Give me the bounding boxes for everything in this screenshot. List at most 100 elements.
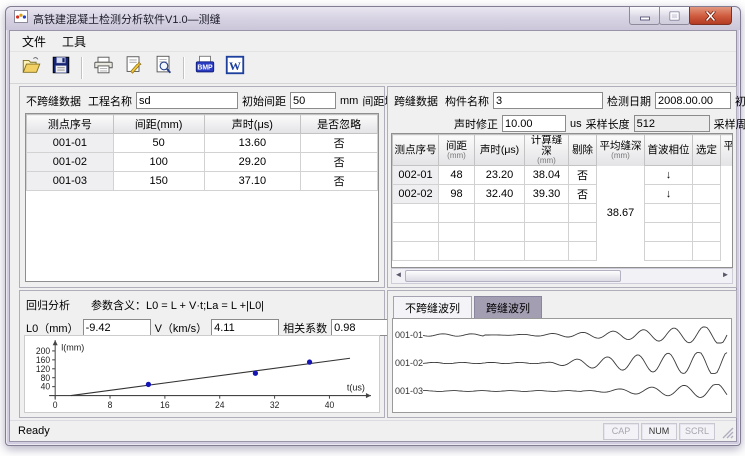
cell: 38.67 — [597, 204, 645, 223]
print-setup-button[interactable] — [118, 54, 148, 82]
column-header: 平均缝深(mm) — [721, 135, 734, 166]
sound-time-correction-unit: us — [570, 118, 582, 130]
cell: 否 — [569, 185, 597, 204]
cell — [569, 204, 597, 223]
cell: ↓ — [645, 185, 693, 204]
cell — [439, 242, 475, 261]
column-header-text: 间距 — [440, 141, 473, 152]
svg-text:0: 0 — [53, 400, 58, 410]
statusbar-indicators: CAPNUMSCRL — [603, 423, 717, 440]
open-button[interactable] — [16, 54, 46, 82]
cell — [569, 223, 597, 242]
export-word-icon: W — [224, 54, 246, 81]
panel-cross-data: 跨缝数据构件名称检测日期初始间距mm声时修正us采样长度采样周期us测点序号间距… — [387, 86, 737, 288]
cell: 否 — [301, 134, 378, 153]
svg-text:40: 40 — [41, 382, 51, 392]
indicator-num: NUM — [641, 423, 677, 440]
velocity-input[interactable] — [211, 319, 279, 336]
table-row[interactable] — [393, 223, 734, 242]
table-row[interactable]: 001-0210029.20否 — [27, 153, 378, 172]
tab-noncross-wave[interactable]: 不跨缝波列 — [393, 296, 472, 320]
cell — [597, 185, 645, 204]
cell — [597, 223, 645, 242]
print-button[interactable] — [88, 54, 118, 82]
cell — [525, 242, 569, 261]
menubar: 文件工具 — [10, 31, 736, 52]
panel-regression: 回归分析参数含义：L0 = L + V·t;La = L +|L0|L0（mm）… — [19, 290, 385, 418]
column-header: 间距(mm) — [113, 115, 204, 134]
table-row[interactable]: 001-0315037.10否 — [27, 172, 378, 191]
cell — [597, 242, 645, 261]
column-header: 间距(mm) — [439, 135, 475, 166]
table-body: 002-014823.2038.04否↓002-029832.4039.30否↓… — [393, 166, 734, 261]
resize-grip[interactable] — [719, 424, 734, 439]
export-word-button[interactable]: W — [220, 54, 250, 82]
save-button[interactable] — [46, 54, 76, 82]
cell — [525, 223, 569, 242]
l0-label: L0（mm） — [26, 320, 79, 336]
column-header-unit: (mm) — [598, 152, 643, 160]
column-header: 首波相位 — [645, 135, 693, 166]
sound-time-correction-input[interactable] — [502, 115, 566, 132]
svg-text:W: W — [229, 59, 241, 73]
svg-text:160: 160 — [36, 355, 50, 365]
test-date-input[interactable] — [655, 92, 731, 109]
column-header-text: 选定 — [694, 145, 719, 156]
cell: 23.20 — [475, 166, 525, 185]
cell — [393, 204, 439, 223]
indicator-cap: CAP — [603, 423, 639, 440]
table-head: 测点序号间距(mm)声时(μs)是否忽略 — [27, 115, 378, 134]
svg-text:t(us): t(us) — [347, 382, 365, 392]
cell — [721, 242, 734, 261]
maximize-button[interactable] — [659, 7, 690, 25]
cell — [439, 204, 475, 223]
initial-spacing-cross-label: 初始间距 — [735, 93, 745, 109]
cell: 150 — [113, 172, 204, 191]
sample-period-label: 采样周期 — [714, 116, 745, 132]
menu-tools[interactable]: 工具 — [54, 31, 94, 52]
titlebar[interactable]: 高铁建混凝土检测分析软件V1.0—测缝 — [6, 7, 740, 30]
svg-text:120: 120 — [36, 364, 50, 374]
table-row[interactable]: 001-015013.60否 — [27, 134, 378, 153]
cell: 39.30 — [525, 185, 569, 204]
table-row[interactable]: 38.67 — [393, 204, 734, 223]
print-preview-button[interactable] — [148, 54, 178, 82]
cell: 98 — [439, 185, 475, 204]
initial-spacing-input[interactable] — [290, 92, 336, 109]
cell — [721, 204, 734, 223]
column-header-text: 平均缝深 — [722, 141, 733, 152]
tab-cross-wave[interactable]: 跨缝波列 — [474, 296, 542, 320]
cell: 001-03 — [27, 172, 114, 191]
component-name-input[interactable] — [493, 92, 603, 109]
scroll-left-icon[interactable]: ◄ — [392, 269, 405, 283]
table-row[interactable] — [393, 242, 734, 261]
scroll-right-icon[interactable]: ► — [719, 269, 732, 283]
column-header-text: 首波相位 — [646, 145, 691, 156]
client-area: 文件工具 BMP W 不跨缝数据工程名称初始间距mm间距增量mm 测点序号间距(mm… — [9, 30, 737, 442]
column-header-unit: (mm) — [440, 152, 473, 160]
scrollbar-thumb[interactable] — [405, 270, 621, 282]
cell — [475, 242, 525, 261]
cell — [569, 242, 597, 261]
sample-length-input[interactable] — [634, 115, 710, 132]
cross-table-hscrollbar[interactable]: ◄► — [391, 268, 733, 284]
field-row: 不跨缝数据工程名称初始间距mm间距增量mm — [20, 87, 384, 110]
table-row[interactable]: 002-014823.2038.04否↓ — [393, 166, 734, 185]
column-header: 计算缝深(mm) — [525, 135, 569, 166]
column-header: 剔除 — [569, 135, 597, 166]
cell — [721, 166, 734, 185]
cell — [693, 223, 721, 242]
column-header: 声时(μs) — [475, 135, 525, 166]
maximize-icon — [669, 11, 680, 21]
close-button[interactable] — [689, 7, 732, 25]
l0-input[interactable] — [83, 319, 151, 336]
project-name-input[interactable] — [136, 92, 238, 109]
scrollbar-track[interactable] — [405, 269, 719, 283]
menu-file[interactable]: 文件 — [14, 31, 54, 52]
cell: 13.60 — [204, 134, 301, 153]
table-row[interactable]: 002-029832.4039.30否↓ — [393, 185, 734, 204]
minimize-button[interactable] — [629, 7, 660, 25]
print-setup-icon — [122, 54, 145, 81]
cell — [721, 223, 734, 242]
export-bmp-button[interactable]: BMP — [190, 54, 220, 82]
